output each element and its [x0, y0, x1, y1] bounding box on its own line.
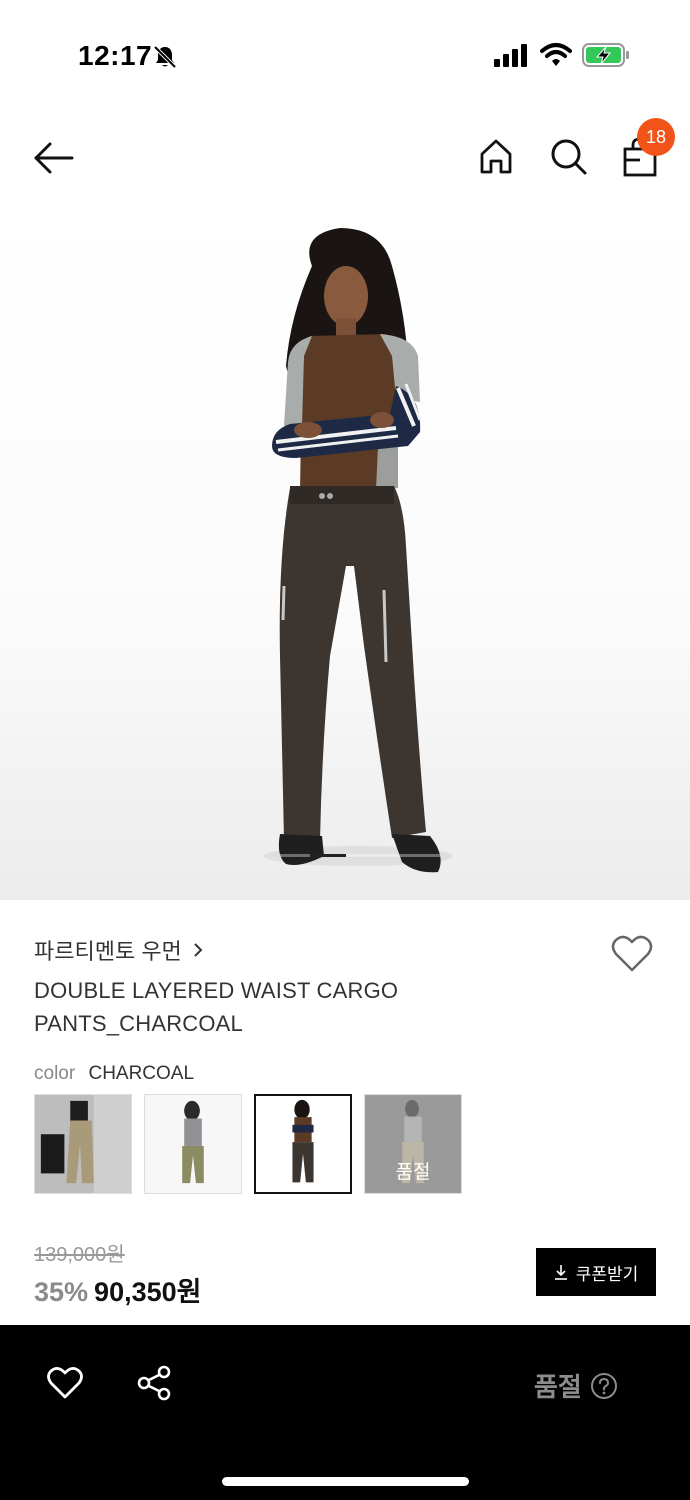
sold-out-text: 품절 [534, 1372, 582, 1402]
heart-icon[interactable] [46, 1365, 84, 1401]
original-price: 139,000원 [34, 1244, 125, 1266]
product-title: DOUBLE LAYERED WAIST CARGO PANTS_CHARCOA… [34, 974, 554, 1040]
brand-link[interactable]: 파르티멘토 우먼 [34, 934, 204, 966]
chevron-right-icon [194, 943, 203, 957]
discount-rate: 35% [34, 1277, 89, 1307]
swatch-light-beige[interactable]: 품절 [364, 1094, 462, 1194]
wifi-icon [540, 43, 572, 66]
sale-price-row: 35% 90,350원 [34, 1270, 201, 1309]
search-icon[interactable] [548, 136, 588, 176]
carousel-track [280, 854, 440, 857]
battery-charging-icon [582, 43, 629, 67]
swatch-charcoal-thumbnail [256, 1096, 350, 1192]
bell-slash-icon [153, 45, 177, 69]
product-model-photo [263, 228, 453, 873]
carousel-indicator [310, 854, 346, 857]
back-arrow-icon[interactable] [32, 140, 76, 176]
swatch-beige-thumbnail [35, 1095, 131, 1193]
status-bar: 12:17 [0, 0, 690, 100]
sold-out-badge: 품절 [395, 1162, 431, 1183]
swatch-charcoal[interactable] [254, 1094, 352, 1194]
status-time: 12:17 [78, 40, 153, 71]
color-label: color [34, 1063, 76, 1084]
bottom-action-bar: 품절 [0, 1325, 690, 1500]
home-indicator[interactable] [222, 1477, 469, 1486]
color-swatches: 품절 [34, 1094, 462, 1194]
top-nav: 18 [0, 110, 690, 206]
sold-out-status[interactable]: 품절 [534, 1367, 618, 1404]
swatch-khaki[interactable] [144, 1094, 242, 1194]
share-icon[interactable] [136, 1365, 172, 1401]
home-icon[interactable] [476, 136, 516, 176]
sale-price: 90,350원 [94, 1277, 202, 1307]
product-image-carousel[interactable] [0, 206, 690, 900]
color-selection-label: color CHARCOAL [34, 1063, 194, 1085]
coupon-button-label: 쿠폰받기 [575, 1264, 639, 1284]
brand-name: 파르티멘토 우먼 [34, 939, 182, 964]
swatch-beige[interactable] [34, 1094, 132, 1194]
download-icon [554, 1265, 567, 1280]
color-value: CHARCOAL [88, 1063, 195, 1084]
get-coupon-button[interactable]: 쿠폰받기 [536, 1248, 656, 1296]
help-circle-icon [590, 1372, 617, 1399]
product-title-line-2: PANTS_CHARCOAL [34, 1011, 243, 1036]
product-title-line-1: DOUBLE LAYERED WAIST CARGO [34, 978, 399, 1003]
swatch-khaki-thumbnail [145, 1095, 241, 1193]
signal-icon [494, 44, 527, 67]
cart-count-badge[interactable]: 18 [637, 118, 675, 156]
heart-icon[interactable] [610, 934, 654, 974]
